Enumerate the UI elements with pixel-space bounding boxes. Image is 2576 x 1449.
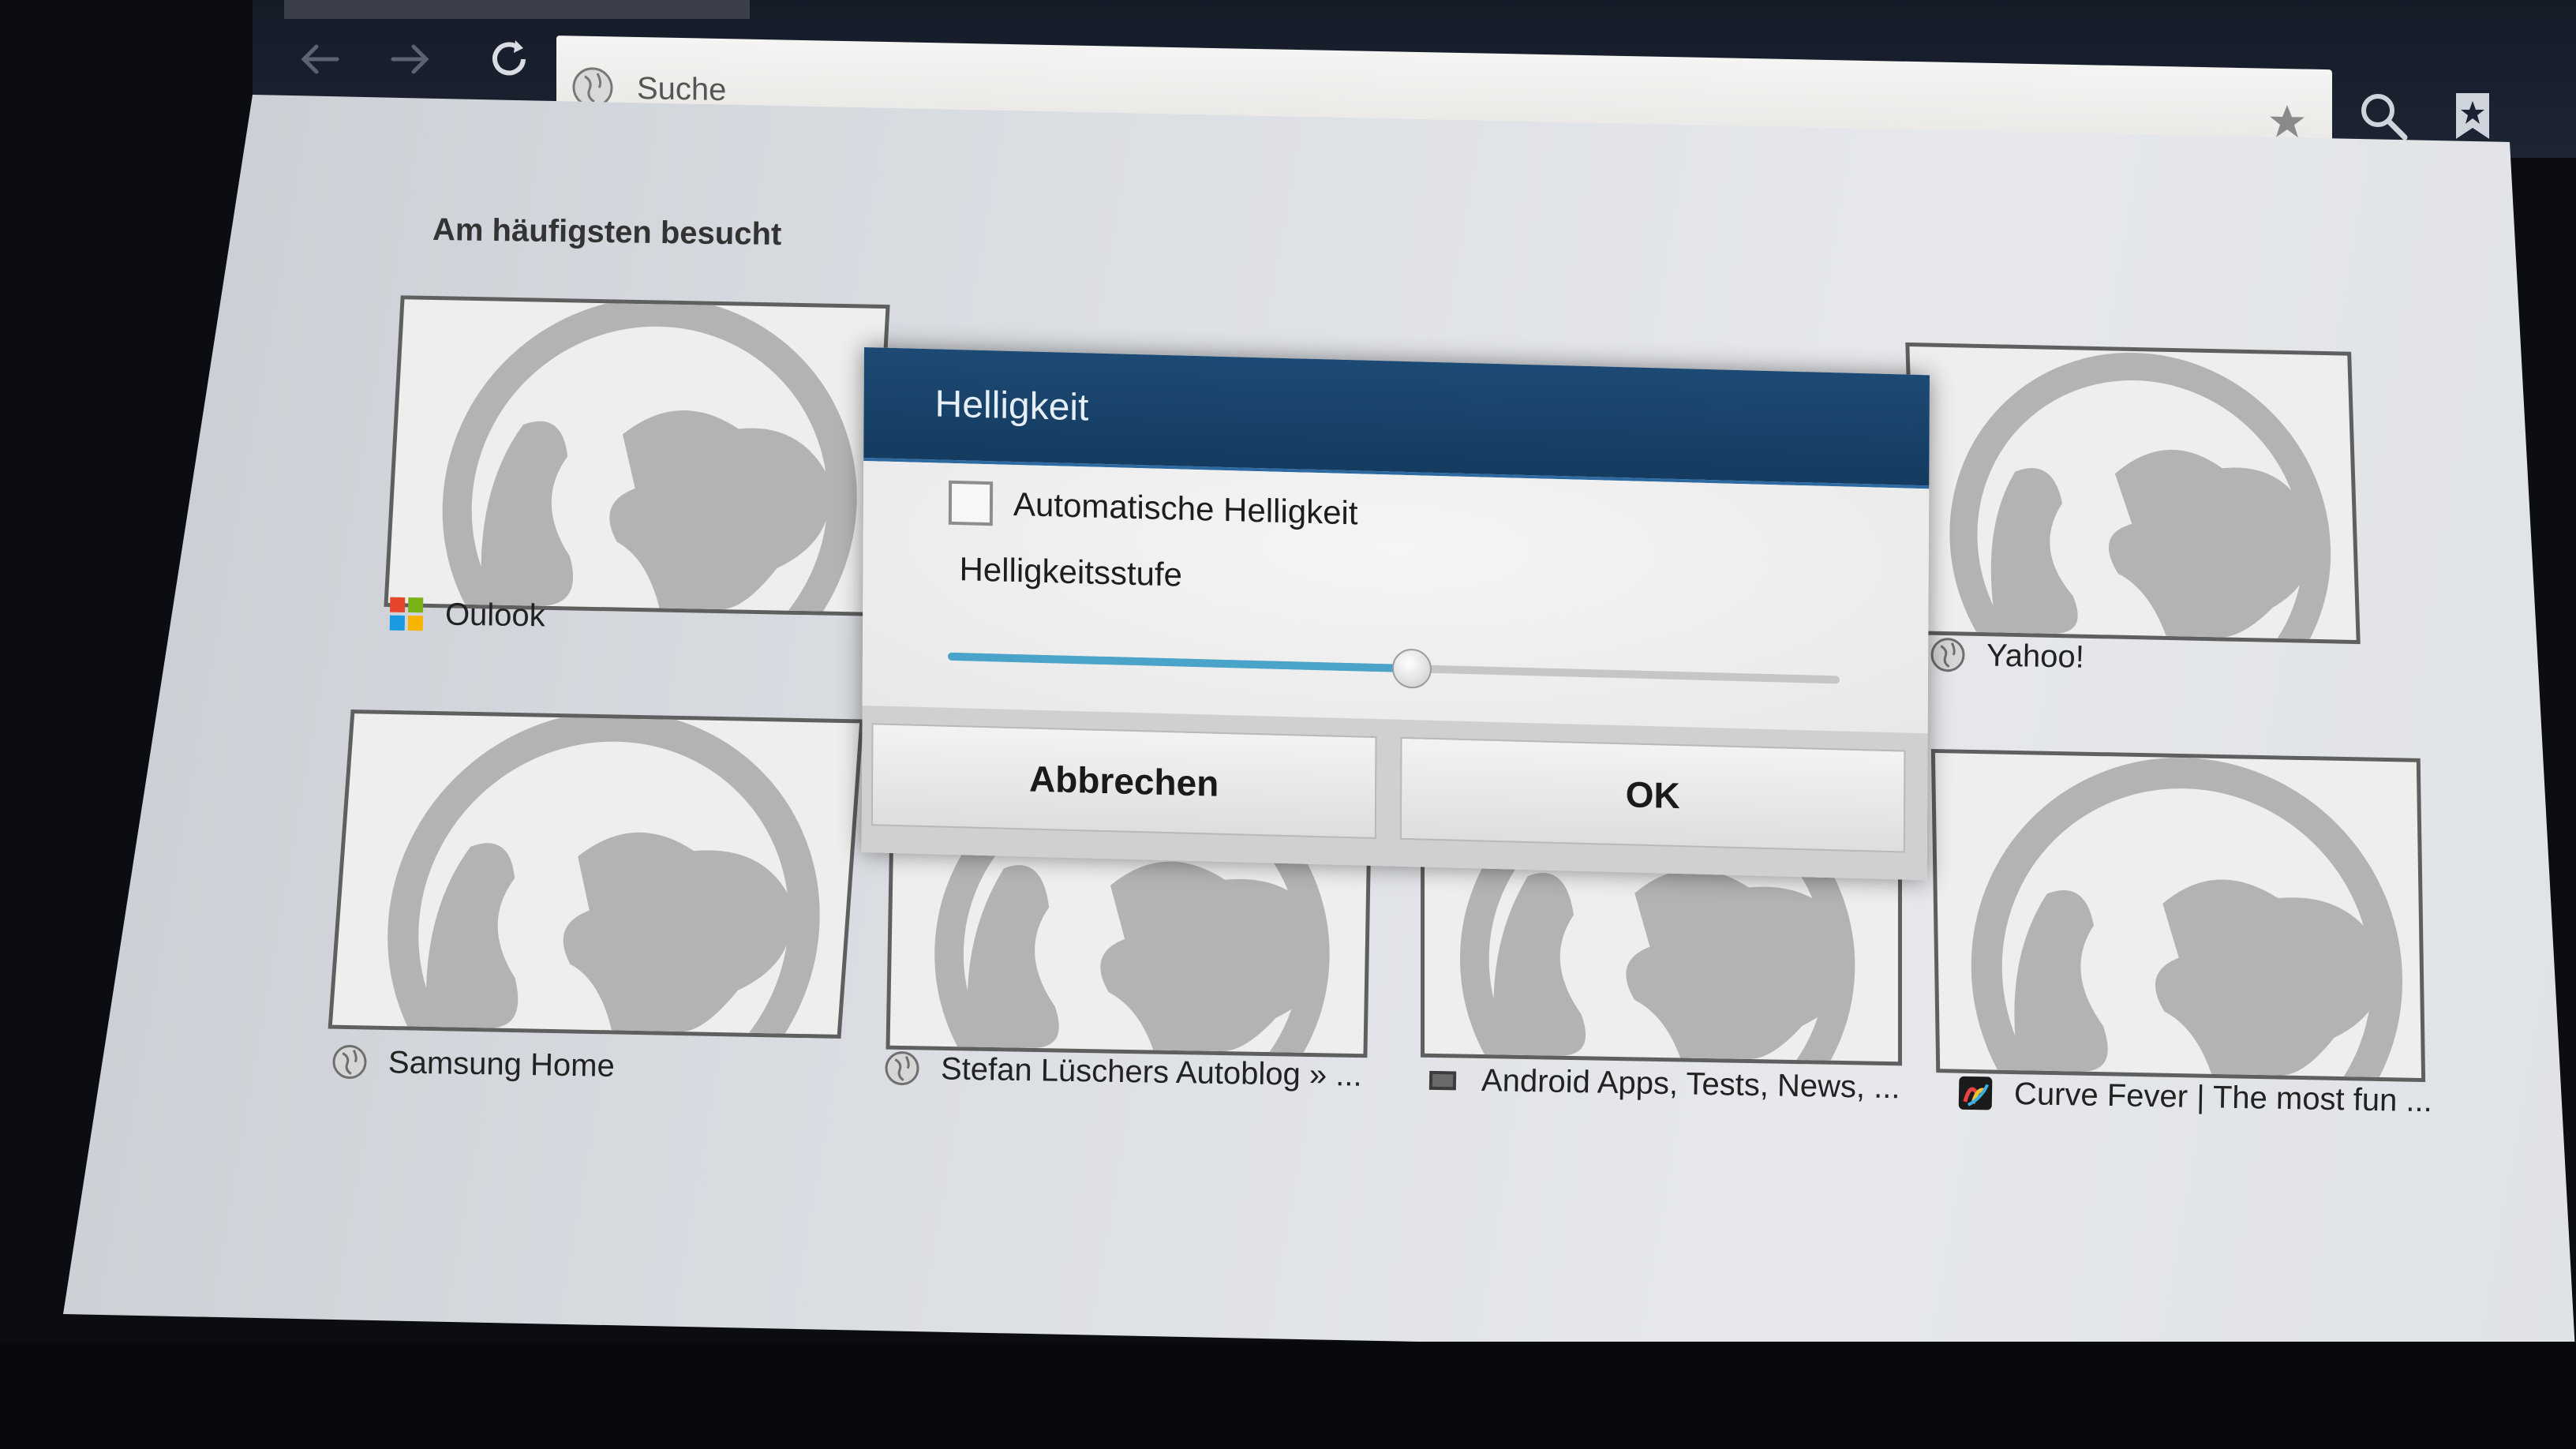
forward-arrow-icon (391, 44, 429, 74)
tile-label: Yahoo! (1986, 638, 2085, 675)
tile-label-row: Oulook (388, 596, 545, 635)
dialog-body: Automatische Helligkeit Helligkeitsstufe (862, 460, 1930, 734)
address-bar-text: Suche (637, 70, 727, 107)
device-bezel (0, 1342, 2576, 1449)
bookmarks-icon[interactable] (2445, 88, 2500, 144)
curve-fever-icon (1958, 1076, 1993, 1110)
globe-placeholder-icon (442, 297, 857, 616)
auto-brightness-checkbox[interactable] (948, 480, 994, 526)
brightness-slider[interactable] (947, 648, 1840, 689)
dialog-footer: Abbrechen OK (861, 705, 1928, 881)
tile-thumbnail[interactable] (1905, 342, 2361, 645)
tile-label-row: Samsung Home (331, 1043, 615, 1084)
tile-label: Oulook (444, 597, 546, 633)
globe-placeholder-icon (1971, 758, 2403, 1083)
cancel-button[interactable]: Abbrechen (871, 723, 1377, 839)
section-title: Am häufigsten besucht (432, 212, 782, 253)
globe-icon (332, 1045, 367, 1080)
globe-placeholder-icon (1949, 352, 2331, 645)
brightness-slider-fill (947, 652, 1412, 673)
back-button[interactable] (284, 24, 355, 95)
brightness-dialog: Helligkeit Automatische Helligkeit Helli… (861, 347, 1930, 881)
tile-label: Samsung Home (388, 1044, 616, 1084)
tile-label-row: Stefan Lüschers Autoblog » ... (884, 1050, 1362, 1094)
auto-brightness-label[interactable]: Automatische Helligkeit (1013, 485, 1358, 532)
star-icon[interactable] (2266, 100, 2308, 144)
tile-thumbnail[interactable] (384, 295, 890, 616)
tab-strip[interactable] (284, 0, 750, 19)
brightness-level-label: Helligkeitsstufe (959, 550, 1183, 593)
tile-label: Stefan Lüschers Autoblog » ... (940, 1050, 1363, 1093)
ok-button[interactable]: OK (1399, 736, 1906, 853)
tile-label: Curve Fever | The most fun ... (2013, 1076, 2433, 1118)
globe-placeholder-icon (388, 710, 820, 1039)
site-icon (1428, 1070, 1457, 1091)
microsoft-logo-icon (389, 597, 424, 631)
tile-label-row: Yahoo! (1930, 636, 2085, 675)
forward-button[interactable] (375, 24, 446, 95)
tile-label: Android Apps, Tests, News, ... (1481, 1062, 1900, 1105)
globe-icon (885, 1051, 919, 1086)
dialog-title: Helligkeit (934, 383, 1089, 429)
globe-icon (1930, 638, 1965, 672)
reload-button[interactable] (474, 24, 545, 95)
tile-thumbnail[interactable] (328, 710, 864, 1039)
search-icon[interactable] (2356, 88, 2411, 144)
reload-icon (492, 40, 526, 76)
tile-thumbnail[interactable] (1930, 748, 2426, 1083)
brightness-slider-thumb[interactable] (1391, 648, 1432, 689)
back-arrow-icon (301, 44, 339, 74)
